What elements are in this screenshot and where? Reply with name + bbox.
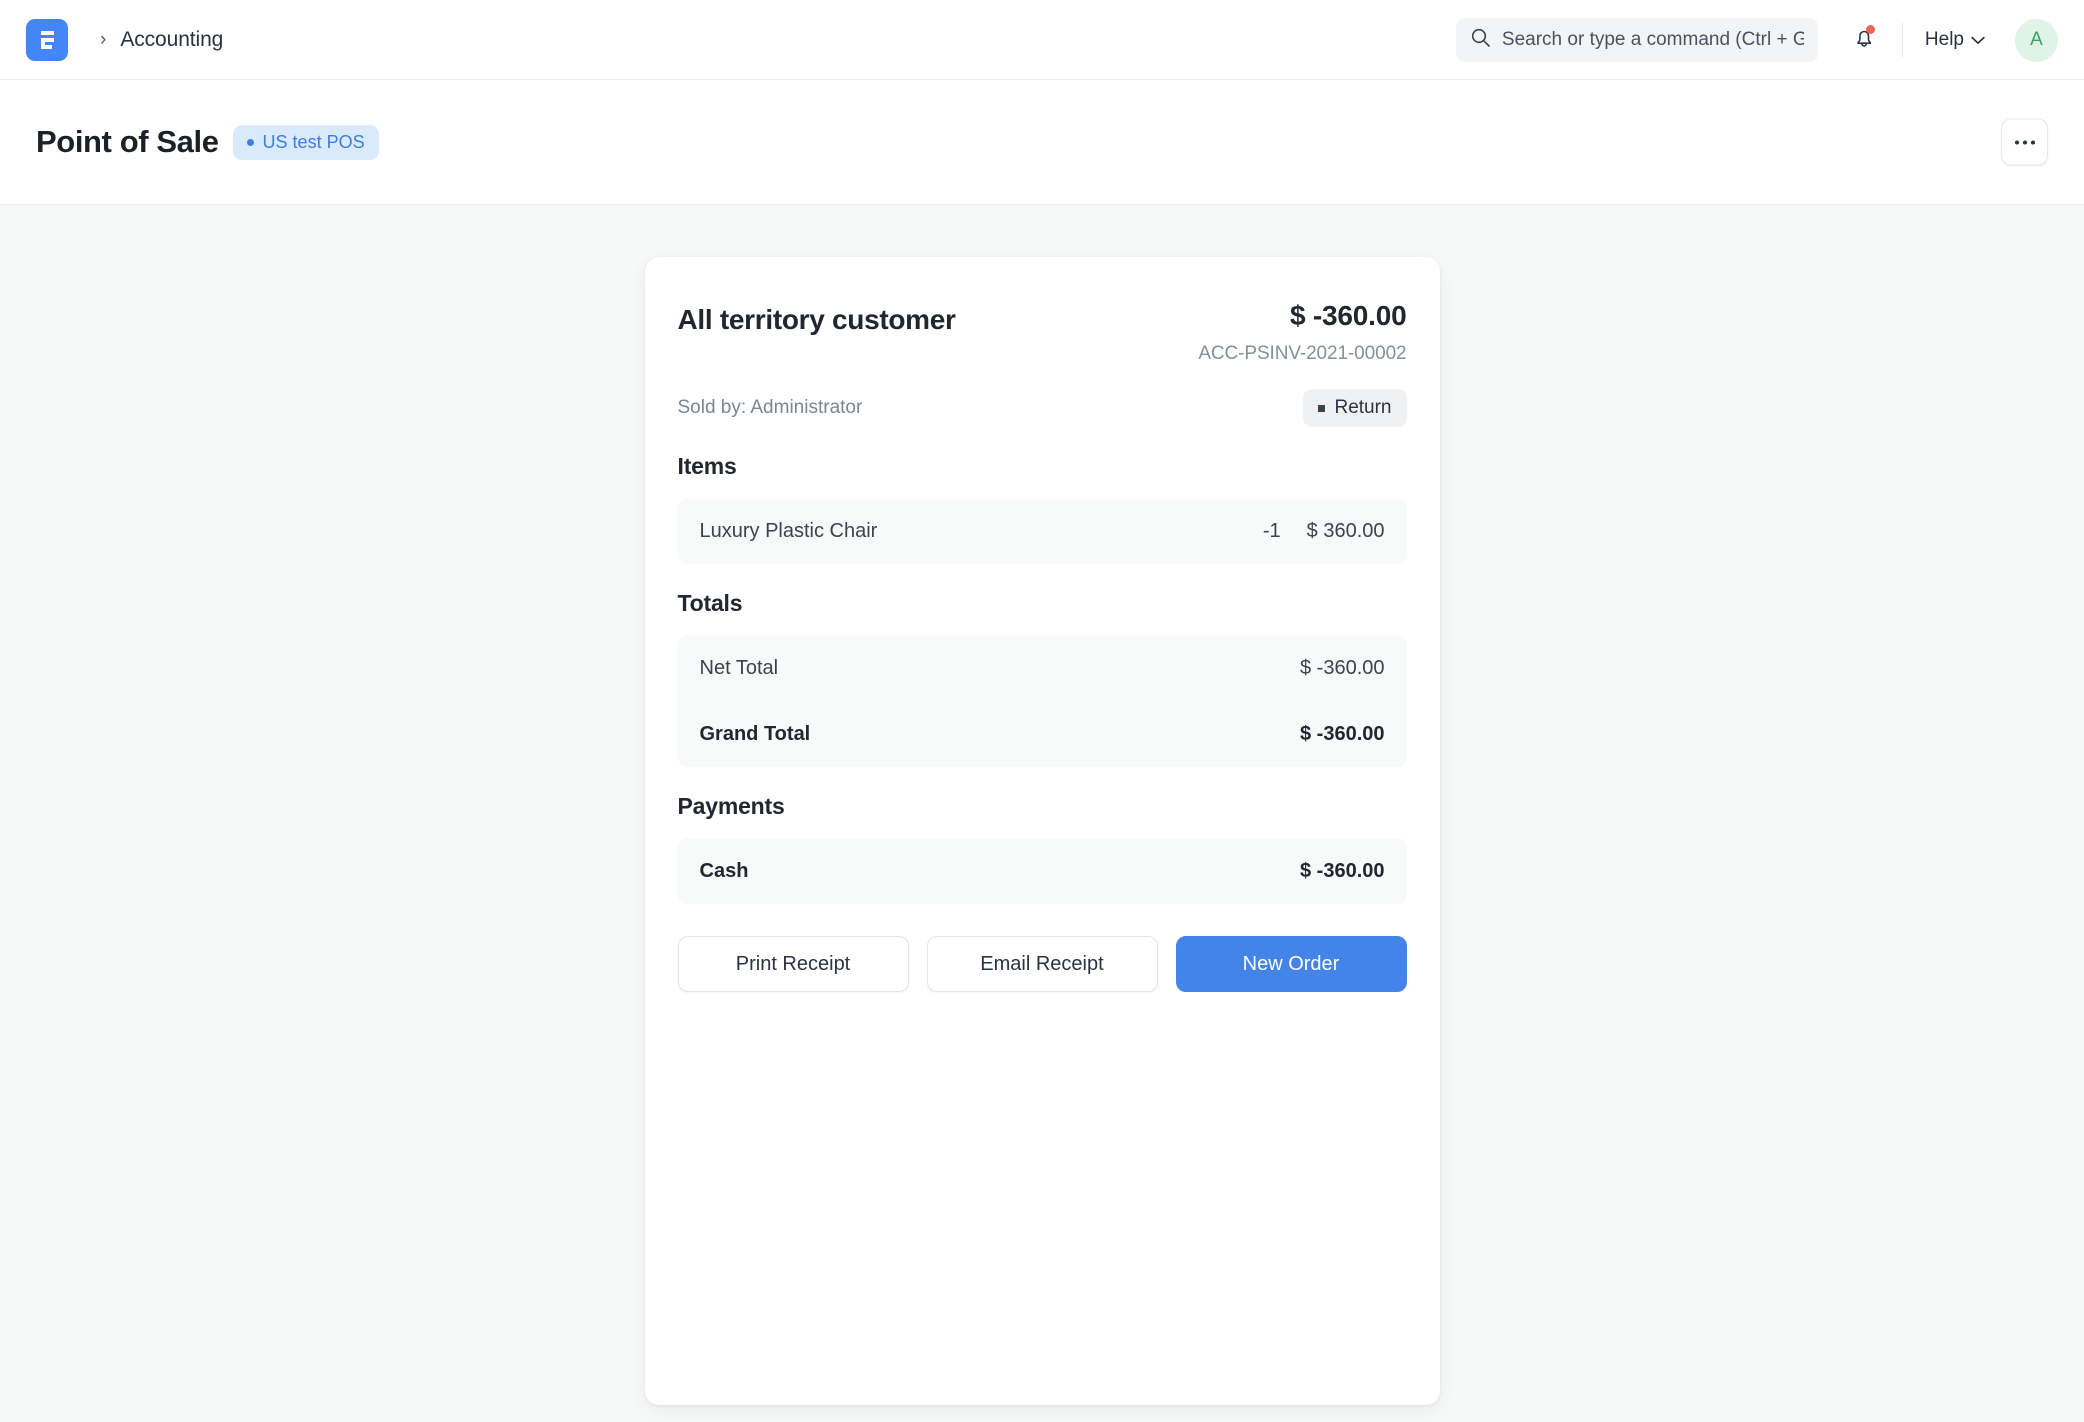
receipt-amount-block: $ -360.00 ACC-PSINV-2021-00002 [1198,300,1406,365]
item-row[interactable]: Luxury Plastic Chair -1 $ 360.00 [700,498,1385,564]
totals-list: Net Total $ -360.00 Grand Total $ -360.0… [678,635,1407,767]
items-section-title: Items [678,453,1407,480]
main-content-area: All territory customer $ -360.00 ACC-PSI… [0,205,2084,1421]
chevron-down-icon [1971,29,1985,51]
invoice-id: ACC-PSINV-2021-00002 [1198,343,1406,365]
payments-section-title: Payments [678,793,1407,820]
email-receipt-button[interactable]: Email Receipt [927,936,1158,992]
ellipsis-icon-dot-3 [2031,140,2035,144]
receipt-grand-amount: $ -360.00 [1198,300,1406,332]
pos-profile-label: US test POS [263,132,365,153]
receipt-header: All territory customer $ -360.00 ACC-PSI… [678,300,1407,365]
ellipsis-icon-dot-1 [2015,140,2019,144]
customer-name: All territory customer [678,300,956,336]
navbar-right-group: Help A [1456,0,2058,80]
status-square-icon [1318,405,1325,412]
grand-total-row: Grand Total $ -360.00 [700,701,1385,767]
past-order-summary-card: All territory customer $ -360.00 ACC-PSI… [645,257,1440,1405]
payment-method-label: Cash [700,860,1300,883]
status-badge-label: Return [1334,397,1391,419]
app-logo-button[interactable] [26,19,68,61]
page-title: Point of Sale [36,124,219,160]
payment-row: Cash $ -360.00 [700,838,1385,904]
grand-total-label: Grand Total [700,723,1300,746]
totals-section-title: Totals [678,590,1407,617]
sold-by-row: Sold by: Administrator Return [678,389,1407,427]
payments-list: Cash $ -360.00 [678,838,1407,904]
top-navbar: › Accounting Help [0,0,2084,80]
sold-by-label: Sold by: Administrator [678,397,863,419]
items-list: Luxury Plastic Chair -1 $ 360.00 [678,498,1407,564]
page-actions-menu-button[interactable] [2001,119,2048,166]
breadcrumb-accounting-link[interactable]: Accounting [120,28,223,52]
ellipsis-icon-dot-2 [2023,140,2027,144]
help-label: Help [1925,29,1964,51]
avatar-initial: A [2030,29,2043,51]
navbar-divider [1902,23,1903,57]
erpnext-logo-icon [37,29,57,51]
breadcrumb-separator-icon: › [82,30,106,49]
item-qty: -1 [1217,520,1307,543]
status-dot-icon [247,139,254,146]
item-name: Luxury Plastic Chair [700,520,1217,543]
avatar[interactable]: A [2015,19,2058,62]
help-menu-button[interactable]: Help [1913,23,1997,57]
status-badge: Return [1303,389,1406,427]
item-amount: $ 360.00 [1307,520,1385,543]
net-total-value: $ -360.00 [1300,657,1385,680]
net-total-label: Net Total [700,657,1300,680]
new-order-button[interactable]: New Order [1176,936,1407,992]
grand-total-value: $ -360.00 [1300,723,1385,746]
page-header: Point of Sale US test POS [0,80,2084,205]
pos-profile-badge[interactable]: US test POS [233,125,379,160]
print-receipt-button[interactable]: Print Receipt [678,936,909,992]
global-search[interactable] [1456,18,1818,62]
notifications-button[interactable] [1836,18,1892,62]
receipt-actions: Print Receipt Email Receipt New Order [678,936,1407,992]
navbar-left-group: › Accounting [26,19,223,61]
search-input[interactable] [1502,29,1804,51]
payment-amount: $ -360.00 [1300,860,1385,883]
net-total-row: Net Total $ -360.00 [700,635,1385,701]
search-icon [1470,27,1491,53]
notification-badge-dot [1866,25,1875,34]
